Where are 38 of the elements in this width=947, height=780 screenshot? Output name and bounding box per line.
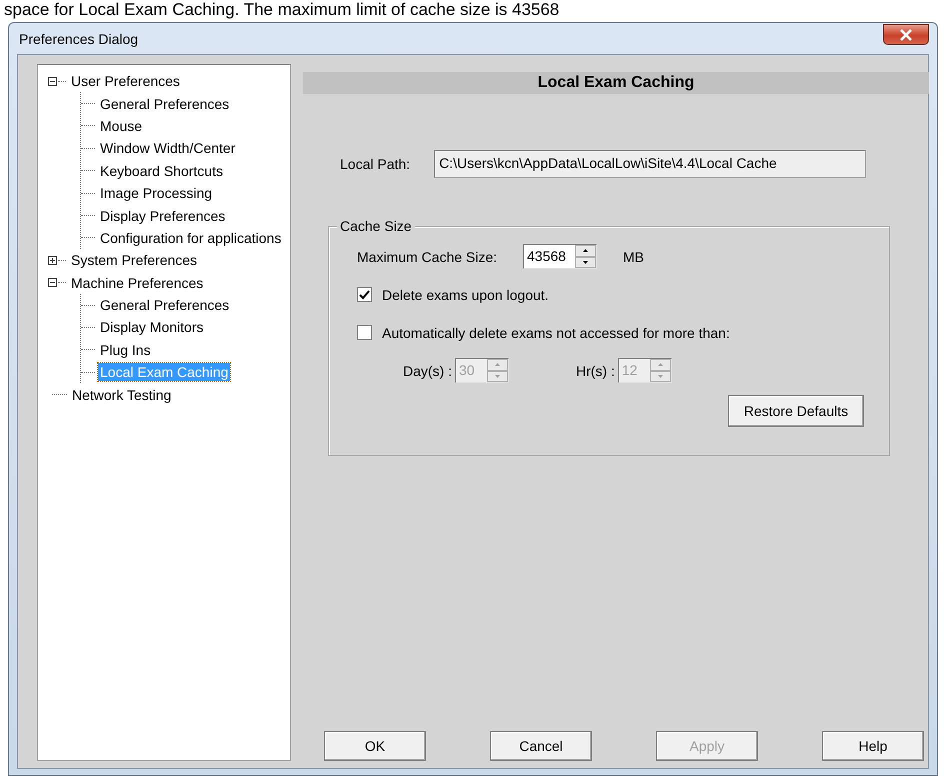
tree-item[interactable]: General Preferences	[98, 296, 232, 314]
checkbox-label: Automatically delete exams not accessed for more than:	[382, 324, 730, 340]
window-title: Preferences Dialog	[19, 30, 138, 46]
spin-box[interactable]: 43568	[523, 244, 597, 269]
dialog-button[interactable]: Cancel	[490, 731, 592, 761]
dialog-button[interactable]: Help	[822, 731, 924, 761]
collapse-icon[interactable]	[48, 278, 57, 288]
tree-item[interactable]: Mouse	[98, 116, 144, 135]
tree-item[interactable]: Window Width/Center	[98, 139, 238, 158]
dialog-button[interactable]: OK	[324, 731, 426, 761]
close-icon	[899, 28, 913, 40]
close-button[interactable]	[883, 24, 929, 45]
tree-item[interactable]: General Preferences	[98, 94, 232, 113]
tree-item[interactable]: Machine Preferences	[69, 274, 206, 292]
checkbox[interactable]	[357, 325, 372, 340]
tree-item[interactable]: System Preferences	[69, 251, 200, 270]
tree-item[interactable]: Network Testing	[70, 386, 174, 404]
tree-item[interactable]: Display Monitors	[98, 318, 206, 336]
tree-item[interactable]: Image Processing	[98, 184, 214, 202]
tree-item[interactable]: User Preferences	[69, 72, 182, 90]
field-label: Day(s) :	[403, 362, 452, 378]
spin-arrows-icon[interactable]	[575, 245, 596, 268]
tree-item[interactable]: Plug Ins	[98, 340, 153, 359]
field-label: Hr(s) :	[576, 362, 615, 378]
path-field[interactable]: C:\Users\kcn\AppData\LocalLow\iSite\4.4\Local Cache	[434, 150, 866, 178]
restore-defaults-button[interactable]: Restore Defaults	[728, 395, 864, 427]
expand-icon[interactable]	[48, 256, 57, 265]
tree-item[interactable]: Configuration for applications	[98, 228, 284, 247]
tree-item[interactable]: Keyboard Shortcuts	[98, 162, 225, 180]
tree-item[interactable]: Display Preferences	[98, 206, 228, 225]
document-text: space for Local Exam Caching. The maximum limit of cache size is 43568	[4, 0, 560, 20]
section-heading: Local Exam Caching	[303, 72, 929, 94]
checkbox-label: Delete exams upon logout.	[382, 286, 549, 302]
collapse-icon[interactable]	[48, 76, 57, 86]
field-label: Maximum Cache Size:	[357, 248, 498, 264]
checkbox[interactable]	[357, 287, 372, 302]
field-label: Local Path:	[340, 156, 410, 172]
unit-label: MB	[623, 248, 644, 264]
